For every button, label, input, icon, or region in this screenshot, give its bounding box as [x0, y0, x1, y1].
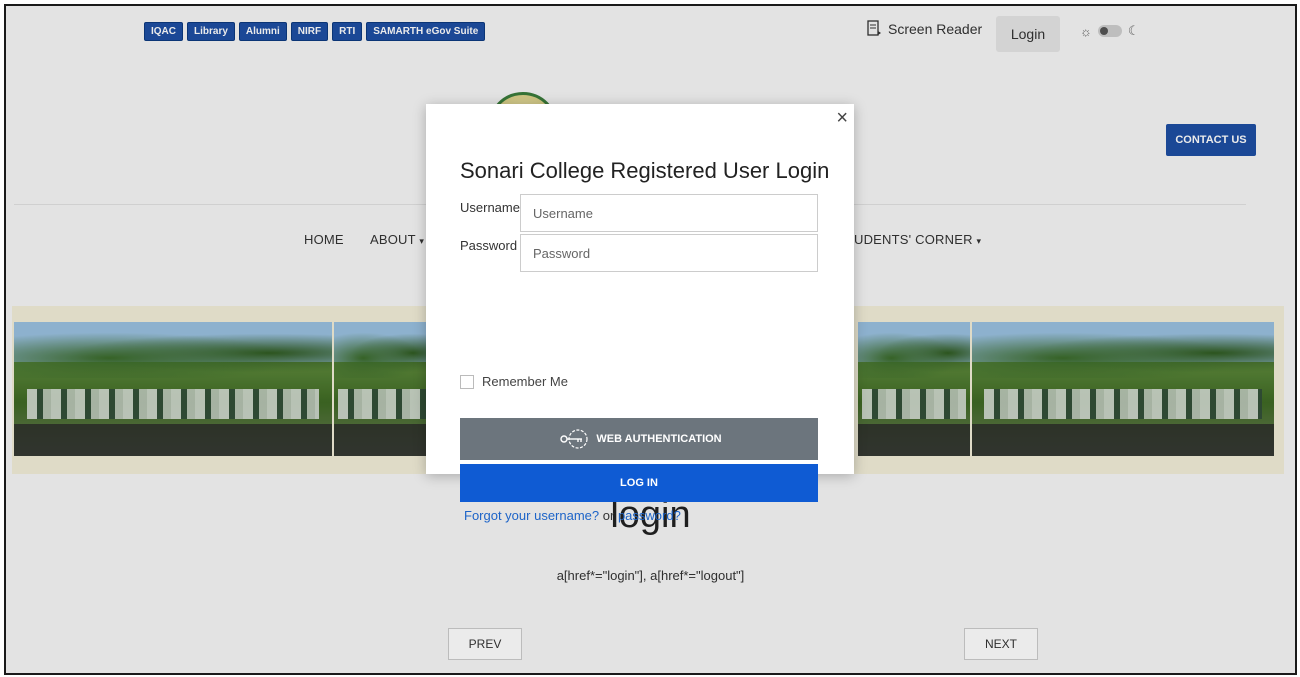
forgot-or-text: or	[602, 508, 615, 523]
password-label: Password	[460, 238, 518, 253]
login-modal: × Sonari College Registered User Login U…	[426, 104, 854, 523]
log-in-button[interactable]: LOG IN	[460, 464, 818, 502]
remember-me-label: Remember Me	[482, 374, 568, 389]
modal-title: Sonari College Registered User Login	[460, 158, 830, 183]
username-input[interactable]	[520, 194, 818, 232]
close-icon[interactable]: ×	[836, 108, 848, 128]
forgot-password-link[interactable]: password?	[618, 508, 681, 523]
username-label: Username	[460, 200, 520, 215]
page-frame: IQAC Library Alumni NIRF RTI SAMARTH eGo…	[4, 4, 1297, 675]
remember-me[interactable]: Remember Me	[460, 374, 568, 389]
web-authentication-label: WEB AUTHENTICATION	[596, 433, 722, 445]
password-input[interactable]	[520, 234, 818, 272]
remember-me-checkbox[interactable]	[460, 374, 474, 389]
forgot-credentials: Forgot your username? or password?	[464, 508, 681, 523]
key-icon	[560, 429, 588, 449]
web-authentication-button[interactable]: WEB AUTHENTICATION	[460, 418, 818, 460]
forgot-username-link[interactable]: Forgot your username?	[464, 508, 599, 523]
